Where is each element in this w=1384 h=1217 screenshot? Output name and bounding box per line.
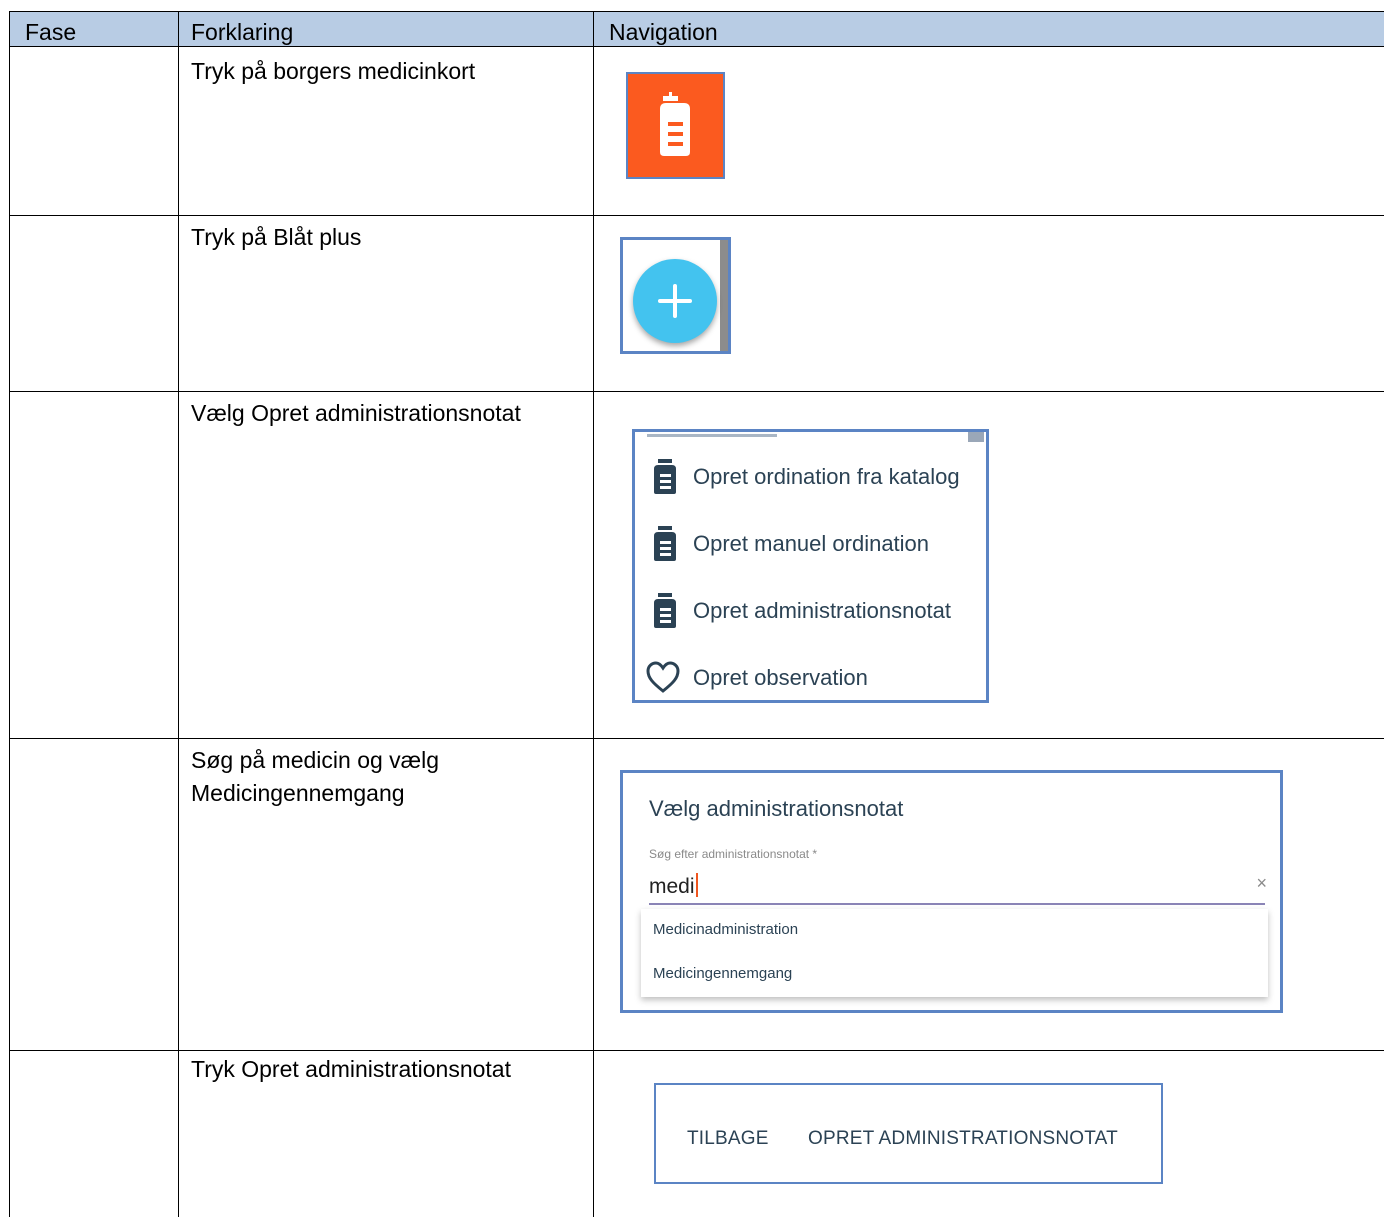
- dialog-actions: TILBAGE OPRET ADMINISTRATIONSNOTAT: [654, 1083, 1163, 1184]
- row-2-explanation: Tryk på Blåt plus: [191, 224, 362, 250]
- search-input-value: medi: [649, 875, 695, 898]
- menu-item-label: Opret manuel ordination: [693, 531, 930, 556]
- menu-item-label: Opret ordination fra katalog: [693, 464, 960, 489]
- row-4-explanation-line1: Søg på medicin og vælg: [191, 747, 440, 773]
- medicine-bottle-icon: [654, 526, 676, 561]
- medicine-bottle-icon: [654, 593, 676, 628]
- row-1-explanation: Tryk på borgers medicinkort: [191, 58, 476, 84]
- add-button[interactable]: [633, 259, 717, 343]
- search-dialog: Vælg administrationsnotat Søg efter admi…: [620, 770, 1283, 1013]
- row-divider: [9, 215, 1384, 216]
- header-navigation: Navigation: [609, 19, 718, 45]
- menu-item-observation[interactable]: Opret observation: [645, 658, 868, 698]
- row-divider: [9, 738, 1384, 739]
- row-3-explanation: Vælg Opret administrationsnotat: [191, 400, 521, 426]
- menu-item-label: Opret observation: [693, 665, 868, 690]
- create-menu: Opret ordination fra katalog Opret manue…: [632, 429, 989, 703]
- table-border-top: [9, 11, 1384, 12]
- close-icon[interactable]: ×: [1256, 873, 1267, 894]
- column-divider: [593, 11, 594, 1217]
- scrollbar: [720, 240, 728, 351]
- create-note-button[interactable]: OPRET ADMINISTRATIONSNOTAT: [808, 1128, 1118, 1150]
- text-caret: [695, 873, 698, 897]
- column-divider: [178, 11, 179, 1217]
- dialog-title: Vælg administrationsnotat: [649, 796, 904, 821]
- medicine-card-button[interactable]: [626, 72, 725, 179]
- scrollbar: [968, 432, 984, 442]
- row-5-explanation: Tryk Opret administrationsnotat: [191, 1056, 511, 1082]
- plus-button-screenshot: [620, 237, 731, 354]
- row-divider: [9, 1050, 1384, 1051]
- search-results-dropdown: Medicinadministration Medicingennemgang: [641, 909, 1268, 997]
- row-4-explanation-line2: Medicingennemgang: [191, 780, 405, 806]
- heart-icon: [646, 661, 680, 693]
- search-input[interactable]: medi: [649, 873, 698, 899]
- row-divider: [9, 391, 1384, 392]
- search-field-label: Søg efter administrationsnotat *: [649, 847, 818, 861]
- back-button[interactable]: TILBAGE: [687, 1128, 769, 1150]
- header-forklaring: Forklaring: [191, 19, 294, 45]
- menu-item-label: Opret administrationsnotat: [693, 598, 952, 623]
- menu-item-katalog[interactable]: Opret ordination fra katalog: [651, 457, 960, 497]
- medicine-bottle-icon: [654, 459, 676, 494]
- search-option[interactable]: Medicinadministration: [653, 921, 798, 938]
- menu-item-manuel[interactable]: Opret manuel ordination: [651, 524, 929, 564]
- input-underline: [649, 903, 1265, 905]
- column-divider: [9, 11, 10, 1217]
- header-fase: Fase: [25, 19, 77, 45]
- menu-item-administrationsnotat[interactable]: Opret administrationsnotat: [651, 591, 951, 631]
- search-option[interactable]: Medicingennemgang: [653, 965, 792, 982]
- medicine-bottle-icon: [660, 92, 690, 156]
- row-divider: [9, 46, 1384, 47]
